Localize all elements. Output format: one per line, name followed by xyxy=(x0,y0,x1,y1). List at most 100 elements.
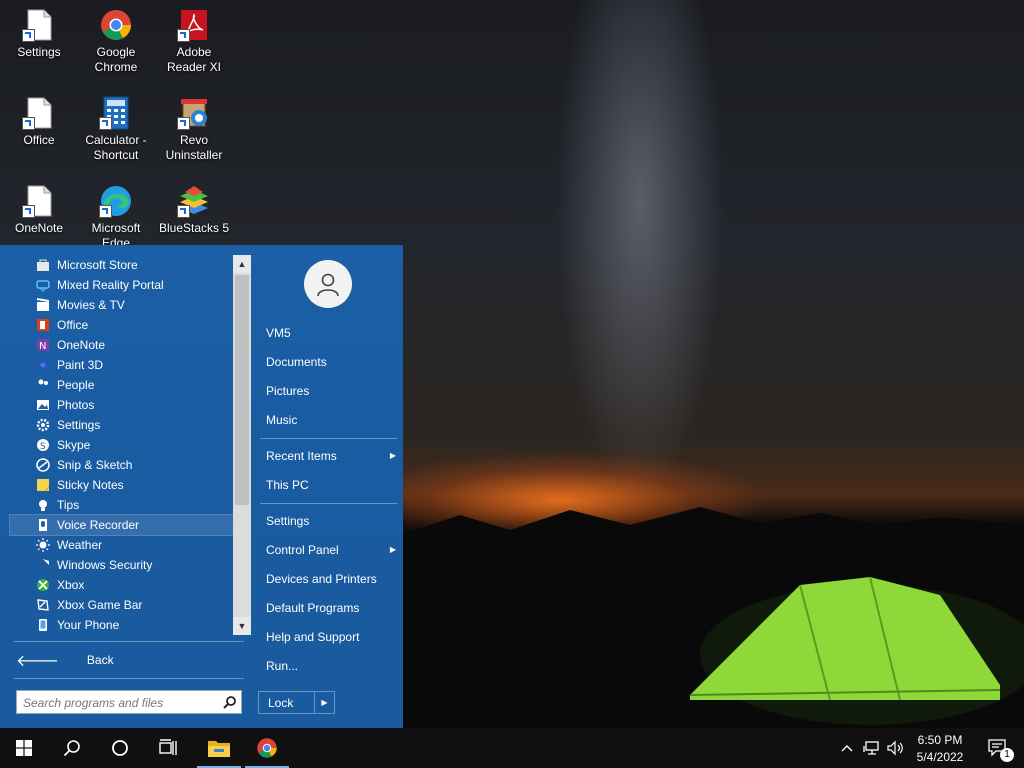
scroll-down-button[interactable]: ▼ xyxy=(233,617,251,635)
program-label: Mixed Reality Portal xyxy=(57,278,164,292)
program-item[interactable]: Office xyxy=(10,315,234,335)
desktop-icon-revo-uninstaller[interactable]: Revo Uninstaller xyxy=(156,96,232,163)
program-item[interactable]: Photos xyxy=(10,395,234,415)
program-item[interactable]: S Skype xyxy=(10,435,234,455)
search-button[interactable] xyxy=(48,728,96,768)
paint3d-icon xyxy=(40,362,46,368)
menu-item-label: This PC xyxy=(266,478,309,492)
program-item[interactable]: Snip & Sketch xyxy=(10,455,234,475)
program-item[interactable]: People xyxy=(10,375,234,395)
desktop-icon-office[interactable]: Office xyxy=(1,96,77,148)
chevron-up-icon xyxy=(841,745,853,752)
search-icon[interactable] xyxy=(223,695,237,709)
program-item[interactable]: Tips xyxy=(10,495,234,515)
menu-item-label: Music xyxy=(266,413,298,427)
desktop-icon-label: Office xyxy=(23,133,55,147)
network-button[interactable] xyxy=(860,728,884,768)
menu-item-user[interactable]: VM5 xyxy=(266,323,396,343)
menu-item-default-programs[interactable]: Default Programs xyxy=(266,598,396,618)
menu-item-devices-printers[interactable]: Devices and Printers xyxy=(266,569,396,589)
network-icon xyxy=(863,741,879,755)
scroll-up-button[interactable]: ▲ xyxy=(233,255,251,273)
menu-item-documents[interactable]: Documents xyxy=(266,352,396,372)
microphone-icon xyxy=(39,519,47,531)
menu-item-label: Help and Support xyxy=(266,630,360,644)
program-label: Xbox Game Bar xyxy=(57,598,143,612)
program-label: Your Phone xyxy=(57,618,120,632)
desktop-icon-microsoft-edge[interactable]: Microsoft Edge xyxy=(78,184,154,251)
menu-item-label: Control Panel xyxy=(266,543,339,557)
program-item[interactable]: Voice Recorder xyxy=(9,514,235,536)
program-label: People xyxy=(57,378,95,392)
program-item[interactable]: Paint 3D xyxy=(10,355,234,375)
program-item[interactable]: Movies & TV xyxy=(10,295,234,315)
search-box[interactable] xyxy=(16,690,242,715)
program-item[interactable]: N OneNote xyxy=(10,335,234,355)
menu-item-label: Settings xyxy=(266,514,310,528)
mountain-silhouette xyxy=(400,507,1024,728)
clock-date: 5/4/2022 xyxy=(916,750,964,764)
cortana-button[interactable] xyxy=(96,728,144,768)
menu-item-label: Run... xyxy=(266,659,299,673)
sticky-notes-icon xyxy=(37,479,50,492)
photos-icon xyxy=(37,400,49,410)
menu-item-recent-items[interactable]: Recent Items ▶ xyxy=(266,446,396,466)
desktop-icon-onenote[interactable]: OneNote xyxy=(1,184,77,236)
lock-options-button[interactable]: ▶ xyxy=(314,692,334,713)
menu-item-label: Default Programs xyxy=(266,601,360,615)
lock-button[interactable]: Lock ▶ xyxy=(258,691,335,714)
back-button[interactable]: 🡐 Back xyxy=(16,649,114,671)
program-item[interactable]: Your Phone xyxy=(10,615,234,635)
shortcut-arrow-icon xyxy=(22,29,35,42)
show-hidden-icons-button[interactable] xyxy=(836,728,858,768)
task-view-button[interactable] xyxy=(144,728,192,768)
desktop-icon-settings[interactable]: Settings xyxy=(1,8,77,60)
program-pane: Microsoft Store Mixed Reality Portal Movie… xyxy=(0,245,252,728)
menu-item-music[interactable]: Music xyxy=(266,410,396,430)
shortcut-arrow-icon xyxy=(177,205,190,218)
action-center-button[interactable]: 1 xyxy=(978,728,1018,768)
program-label: Microsoft Store xyxy=(57,258,138,272)
start-button[interactable] xyxy=(0,728,48,768)
search-input[interactable] xyxy=(17,691,225,715)
program-label: Xbox xyxy=(57,578,85,592)
program-item[interactable]: Xbox Game Bar xyxy=(10,595,234,615)
desktop-icon-google-chrome[interactable]: Google Chrome xyxy=(78,8,154,75)
program-item[interactable]: Xbox xyxy=(10,575,234,595)
avatar[interactable] xyxy=(304,260,352,308)
desktop-icon-calculator[interactable]: Calculator - Shortcut xyxy=(78,96,154,163)
user-icon xyxy=(317,273,339,297)
chevron-right-icon: ▶ xyxy=(389,451,396,460)
menu-item-control-panel[interactable]: Control Panel ▶ xyxy=(266,540,396,560)
menu-item-help-support[interactable]: Help and Support xyxy=(266,627,396,647)
menu-item-this-pc[interactable]: This PC xyxy=(266,475,396,495)
taskbar-file-explorer[interactable] xyxy=(195,728,243,768)
menu-item-label: VM5 xyxy=(266,326,291,340)
program-item[interactable]: Settings xyxy=(10,415,234,435)
desktop-icon-adobe-reader[interactable]: Adobe Reader XI xyxy=(156,8,232,75)
menu-item-pictures[interactable]: Pictures xyxy=(266,381,396,401)
program-label: Voice Recorder xyxy=(57,518,140,532)
phone-icon xyxy=(39,619,47,631)
program-item[interactable]: Windows Security xyxy=(10,555,234,575)
program-item[interactable]: Sticky Notes xyxy=(10,475,234,495)
scroll-thumb[interactable] xyxy=(235,275,249,505)
speaker-icon xyxy=(887,740,903,756)
taskbar-chrome[interactable] xyxy=(243,728,291,768)
program-item[interactable]: Weather xyxy=(10,535,234,555)
shortcut-arrow-icon xyxy=(99,205,112,218)
menu-item-settings[interactable]: Settings xyxy=(266,511,396,531)
desktop-icon-bluestacks[interactable]: BlueStacks 5 xyxy=(156,184,232,236)
program-item[interactable]: Mixed Reality Portal xyxy=(10,275,234,295)
desktop-icon-label: Adobe Reader XI xyxy=(166,45,222,74)
divider xyxy=(14,641,244,642)
program-list-scrollbar[interactable]: ▲ ▼ xyxy=(233,255,251,635)
svg-text:S: S xyxy=(40,442,46,452)
volume-button[interactable] xyxy=(884,728,906,768)
program-item[interactable]: Microsoft Store xyxy=(10,255,234,275)
program-label: Movies & TV xyxy=(57,298,125,312)
menu-item-run[interactable]: Run... xyxy=(266,656,396,676)
program-list: Microsoft Store Mixed Reality Portal Movie… xyxy=(9,255,235,635)
shortcut-arrow-icon xyxy=(99,117,112,130)
shield-icon xyxy=(43,559,49,565)
